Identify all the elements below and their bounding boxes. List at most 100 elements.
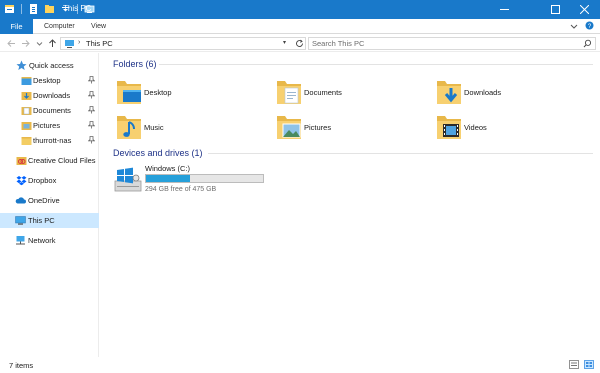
back-button[interactable] [6, 38, 16, 49]
address-history-dropdown[interactable]: ▾ [283, 39, 286, 46]
forward-button[interactable] [20, 38, 30, 49]
folder-tile-documents[interactable]: Documents [275, 76, 425, 110]
drive-usage-fill [146, 175, 191, 182]
recent-locations-button[interactable] [34, 38, 44, 49]
close-button[interactable] [568, 0, 600, 19]
nav-item-label: OneDrive [28, 196, 60, 205]
nav-item-label: Downloads [33, 91, 71, 100]
address-bar[interactable]: › This PC ▾ [60, 37, 306, 50]
new-folder-icon[interactable] [44, 3, 55, 15]
folder-tile-pictures[interactable]: Pictures [275, 111, 425, 145]
documents-folder-icon [21, 107, 32, 115]
nav-item-label: This PC [28, 216, 55, 225]
nav-item-thurrott-nas[interactable]: thurrott-nas [0, 133, 99, 148]
ribbon-tabs: File Computer View ? [0, 19, 600, 34]
forward-arrow-icon [21, 40, 30, 47]
ribbon-controls: ? [570, 21, 594, 30]
nav-item-this-pc[interactable]: This PC [0, 213, 99, 228]
search-input[interactable] [312, 38, 572, 49]
folder-tile-label: Pictures [304, 123, 332, 132]
minimize-button[interactable] [488, 0, 520, 19]
pin-icon[interactable] [88, 76, 95, 84]
up-button[interactable] [47, 38, 57, 49]
toolbar-separator [21, 4, 22, 14]
maximize-icon [550, 5, 560, 14]
pin-icon[interactable] [88, 121, 95, 129]
large-icons-view-icon[interactable] [584, 360, 594, 369]
nav-item-network[interactable]: Network [0, 233, 99, 248]
nav-item-pictures[interactable]: Pictures [0, 118, 99, 133]
close-icon [579, 5, 589, 14]
nav-item-label: Pictures [33, 121, 61, 130]
desktop-folder-icon [117, 81, 141, 104]
tab-computer[interactable]: Computer [44, 19, 75, 34]
folder-tile-music[interactable]: Music [115, 111, 265, 145]
chevron-down-icon [36, 42, 42, 46]
properties-icon[interactable] [28, 3, 39, 15]
item-count: 7 items [9, 361, 34, 370]
status-bar: 7 items [0, 357, 600, 373]
address-row: › This PC ▾ [0, 35, 600, 52]
breadcrumb-separator: › [78, 39, 81, 46]
drive-name: Windows (C:) [145, 164, 191, 173]
details-view-icon[interactable] [569, 360, 579, 369]
folder-tile-desktop[interactable]: Desktop [115, 76, 265, 110]
nav-item-label: Documents [33, 106, 71, 115]
downloads-folder-icon [21, 92, 32, 100]
documents-folder-icon [277, 81, 301, 104]
nav-item-documents[interactable]: Documents [0, 103, 99, 118]
file-explorer-icon[interactable] [4, 3, 15, 15]
nav-item-dropbox[interactable]: Dropbox [0, 173, 99, 188]
pin-icon[interactable] [88, 136, 95, 144]
minimize-icon [499, 9, 509, 10]
drive-usage-bar [145, 174, 264, 183]
dropbox-icon [16, 176, 27, 186]
nav-item-label: Creative Cloud Files [28, 156, 96, 165]
folder-tile-label: Music [144, 123, 164, 132]
pin-icon[interactable] [88, 106, 95, 114]
back-arrow-icon [6, 40, 15, 47]
drive-tile-windows-c[interactable]: Windows (C:) 294 GB free of 475 GB [114, 163, 274, 195]
folders-group-title: Folders (6) [113, 59, 157, 69]
pictures-folder-icon [21, 122, 32, 130]
creative-cloud-icon [16, 157, 27, 165]
pin-icon[interactable] [88, 91, 95, 99]
folder-tile-label: Downloads [464, 88, 502, 97]
nav-item-label: Network [28, 236, 56, 245]
navigation-pane: Quick access Desktop Downloads Documents… [0, 53, 99, 357]
drive-free-space: 294 GB free of 475 GB [145, 186, 217, 193]
search-icon[interactable] [583, 39, 592, 48]
nav-item-label: Quick access [29, 61, 74, 70]
nav-item-creative-cloud-files[interactable]: Creative Cloud Files [0, 153, 99, 168]
group-divider [208, 153, 593, 154]
folder-tile-label: Desktop [144, 88, 172, 97]
folder-icon [21, 137, 32, 145]
downloads-folder-icon [437, 81, 461, 104]
nav-item-label: Desktop [33, 76, 61, 85]
expand-ribbon-icon[interactable] [570, 22, 578, 30]
folder-icon [21, 77, 32, 85]
window-title: This PC [63, 4, 92, 13]
videos-folder-icon [437, 116, 461, 139]
star-icon [16, 60, 27, 70]
breadcrumb-this-pc[interactable]: This PC [86, 39, 113, 48]
folder-tile-downloads[interactable]: Downloads [435, 76, 585, 110]
devices-group-header[interactable]: Devices and drives (1) [113, 147, 593, 159]
search-box[interactable] [308, 37, 596, 50]
nav-item-quick-access[interactable]: Quick access [0, 58, 99, 73]
group-divider [159, 64, 593, 65]
pictures-folder-icon [277, 116, 301, 139]
nav-item-desktop[interactable]: Desktop [0, 73, 99, 88]
refresh-icon[interactable] [295, 39, 304, 48]
nav-item-downloads[interactable]: Downloads [0, 88, 99, 103]
maximize-button[interactable] [539, 0, 571, 19]
folders-group-header[interactable]: Folders (6) [113, 58, 593, 70]
folder-tile-videos[interactable]: Videos [435, 111, 585, 145]
cloud-icon [15, 197, 26, 204]
tab-file[interactable]: File [0, 19, 33, 34]
tab-view[interactable]: View [91, 19, 106, 34]
devices-group-title: Devices and drives (1) [113, 148, 203, 158]
title-bar: This PC [0, 0, 600, 19]
nav-item-onedrive[interactable]: OneDrive [0, 193, 99, 208]
help-icon[interactable]: ? [585, 21, 594, 30]
